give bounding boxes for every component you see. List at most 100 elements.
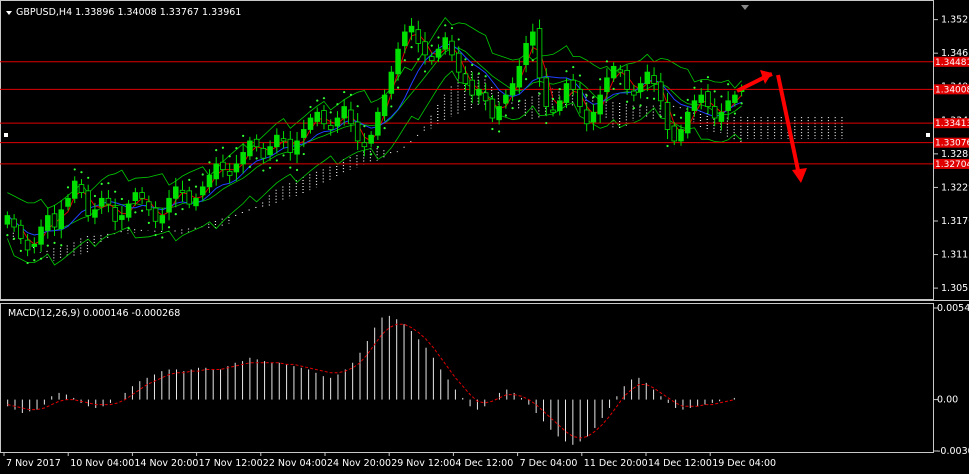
candle-body xyxy=(314,111,320,122)
sar-dot xyxy=(700,80,703,83)
sar-dot xyxy=(585,94,588,97)
sar-dot xyxy=(282,154,285,157)
shift-marker-icon[interactable] xyxy=(741,5,749,10)
candle-body xyxy=(388,71,395,94)
symbol-info: GBPUSD,H4 1.33896 1.34008 1.33767 1.3396… xyxy=(16,7,241,18)
candle-body xyxy=(139,192,145,199)
level-handle-right[interactable] xyxy=(926,133,930,137)
candle-body xyxy=(18,224,24,239)
bollinger-upper xyxy=(7,16,742,209)
candle-body xyxy=(711,106,718,119)
candle-body xyxy=(368,134,374,144)
candle-body xyxy=(375,111,381,136)
sar-dot xyxy=(329,111,332,114)
level-tag-label: 1.33413 xyxy=(935,119,969,129)
sar-dot xyxy=(733,112,736,115)
bollinger-bands xyxy=(7,16,742,266)
candle-body xyxy=(523,43,529,66)
sar-dot xyxy=(578,74,582,77)
chart-canvas[interactable]: 1.352151.346301.340501.334601.328751.322… xyxy=(0,0,969,474)
candle-body xyxy=(321,110,327,125)
candle-body xyxy=(455,52,462,73)
sar-dot xyxy=(565,70,568,73)
macd-panel-frame xyxy=(0,303,934,453)
candle-body xyxy=(597,94,603,115)
sar-dot xyxy=(484,75,487,78)
sar-dot xyxy=(551,97,555,101)
candle-body xyxy=(664,102,671,130)
candle-body xyxy=(152,207,159,222)
candle-body xyxy=(220,161,226,171)
candle-body xyxy=(435,48,442,58)
level-tag-label: 1.34008 xyxy=(935,85,969,95)
candle-body xyxy=(233,163,240,173)
dropdown-triangle-icon[interactable] xyxy=(6,11,12,15)
candle-body xyxy=(509,83,516,96)
sar-dot xyxy=(498,130,501,133)
sar-dot xyxy=(174,213,177,216)
candle-body xyxy=(563,83,570,103)
candle-body xyxy=(651,75,657,84)
candle-body xyxy=(45,215,51,231)
sar-dot xyxy=(349,93,353,96)
time-tick-label: 19 Dec 04:00 xyxy=(712,458,776,469)
level-handle-left[interactable] xyxy=(4,133,8,137)
sar-dot xyxy=(26,261,29,265)
sar-dot xyxy=(356,105,359,108)
sar-dot xyxy=(147,221,150,224)
candle-body xyxy=(78,184,85,193)
candle-body xyxy=(125,203,132,218)
sar-dot xyxy=(511,107,514,110)
candle-body xyxy=(146,201,152,211)
sar-dot xyxy=(140,209,144,212)
candle-body xyxy=(496,106,502,121)
candle-body xyxy=(58,209,65,230)
sar-dot xyxy=(215,149,218,152)
macd-histogram xyxy=(7,315,735,445)
candle-body xyxy=(644,71,651,84)
sar-dot xyxy=(450,26,454,30)
sar-dot xyxy=(720,95,723,98)
sar-dot xyxy=(107,182,110,185)
sar-dot xyxy=(491,127,494,131)
candle-body xyxy=(186,190,193,205)
candle-body xyxy=(301,129,307,138)
sar-dot xyxy=(457,38,460,41)
candle-body xyxy=(536,28,543,79)
candle-body xyxy=(240,152,246,165)
candle-body xyxy=(253,138,260,148)
level-tag-label: 1.33076 xyxy=(935,139,969,149)
candle-body xyxy=(92,209,98,218)
candle-body xyxy=(179,189,186,193)
sar-dot xyxy=(322,97,326,100)
sar-dot xyxy=(646,96,649,100)
sar-dot xyxy=(87,176,90,179)
sar-dot xyxy=(437,36,440,39)
candle-body xyxy=(590,111,597,123)
sar-dot xyxy=(612,87,615,90)
candle-body xyxy=(24,239,31,251)
sar-dot xyxy=(713,90,716,93)
candle-body xyxy=(307,117,314,130)
sar-dot xyxy=(120,197,123,201)
candle-body xyxy=(199,186,206,196)
sar-dot xyxy=(60,244,63,247)
sar-dot xyxy=(80,171,83,174)
candle-body xyxy=(442,37,448,50)
candle-body xyxy=(732,94,738,103)
candle-body xyxy=(462,73,469,84)
sar-dot xyxy=(235,146,238,150)
mt4-chart-window: 1.352151.346301.340501.334601.328751.322… xyxy=(0,0,969,474)
sar-dot xyxy=(403,59,406,62)
sar-dot xyxy=(370,153,373,156)
candle-body xyxy=(617,69,624,73)
sar-dot xyxy=(592,96,595,99)
sar-dot xyxy=(376,145,379,149)
time-tick-label: 29 Nov 12:00 xyxy=(391,458,455,469)
sar-dot xyxy=(93,194,97,198)
sar-dot xyxy=(309,105,312,109)
sar-dot xyxy=(275,159,278,162)
candle-body xyxy=(476,88,482,96)
sar-dot xyxy=(46,244,49,247)
candle-body xyxy=(516,65,523,88)
